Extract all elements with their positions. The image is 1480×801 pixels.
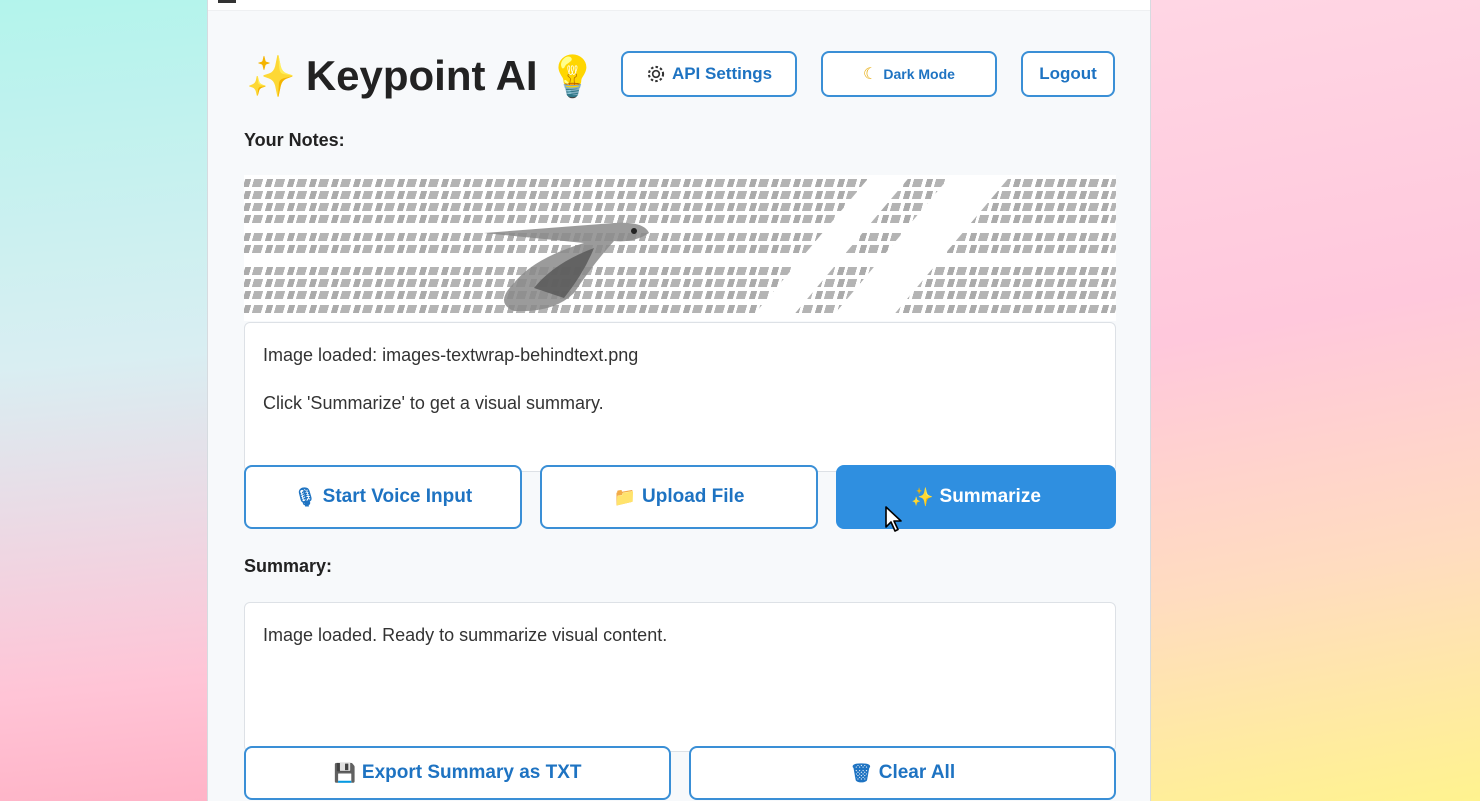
summary-text: Image loaded. Ready to summarize visual … (263, 625, 668, 645)
upload-file-label: Upload File (642, 486, 745, 507)
menu-icon[interactable] (218, 0, 236, 3)
clear-all-label: Clear All (878, 762, 956, 783)
sparkles-icon: ✨ (911, 486, 934, 507)
start-voice-input-button[interactable]: 🎙 Start Voice Input (244, 465, 522, 529)
summary-label: Summary: (244, 556, 333, 576)
notes-label: Your Notes: (244, 130, 345, 150)
floppy-disk-icon: 💾 (333, 762, 356, 783)
folder-icon: 📁 (613, 486, 636, 507)
upload-file-button[interactable]: 📁 Upload File (540, 465, 818, 529)
notes-line-1: Image loaded: images-textwrap-behindtext… (263, 345, 639, 365)
mouse-cursor-icon (885, 506, 902, 532)
sparkles-icon: ✨ (246, 54, 296, 99)
summarize-button[interactable]: ✨ Summarize (836, 465, 1116, 529)
window-top-strip (208, 0, 1150, 11)
api-settings-label: API Settings (671, 64, 773, 83)
logout-button[interactable]: Logout (1021, 51, 1115, 97)
notes-image-preview (244, 175, 1116, 321)
dark-mode-button[interactable]: ☾ Dark Mode (821, 51, 997, 97)
trash-icon: 🗑 (849, 762, 873, 783)
background-left (0, 0, 208, 801)
bird-image (484, 222, 649, 312)
gear-icon (647, 65, 665, 83)
page-title-text: Keypoint AI (305, 52, 538, 99)
page-title: ✨ Keypoint AI 💡 (246, 52, 597, 100)
export-summary-label: Export Summary as TXT (361, 762, 582, 783)
app-window: ✨ Keypoint AI 💡 API Settings ☾ Dark Mode… (207, 0, 1151, 801)
notes-line-2: Click 'Summarize' to get a visual summar… (263, 393, 604, 413)
clear-all-button[interactable]: 🗑 Clear All (689, 746, 1116, 800)
header: ✨ Keypoint AI 💡 API Settings ☾ Dark Mode… (244, 50, 1116, 102)
moon-icon: ☾ (863, 66, 878, 83)
api-settings-button[interactable]: API Settings (621, 51, 797, 97)
summarize-label: Summarize (939, 486, 1041, 507)
start-voice-input-label: Start Voice Input (322, 486, 473, 507)
background-right (1150, 0, 1480, 801)
dark-mode-label: Dark Mode (883, 66, 955, 82)
lightbulb-icon: 💡 (547, 54, 598, 99)
logout-label: Logout (1039, 64, 1097, 83)
notes-textarea[interactable]: Image loaded: images-textwrap-behindtext… (244, 322, 1116, 472)
microphone-icon: 🎙 (293, 486, 317, 507)
summary-output[interactable]: Image loaded. Ready to summarize visual … (244, 602, 1116, 752)
export-summary-button[interactable]: 💾 Export Summary as TXT (244, 746, 671, 800)
